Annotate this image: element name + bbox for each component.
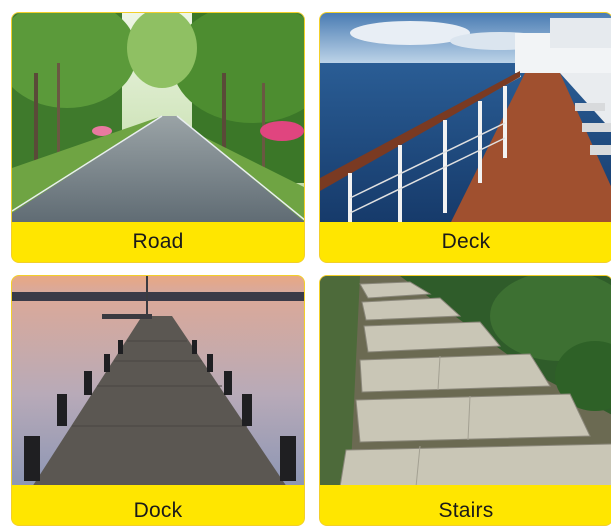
deck-photo xyxy=(320,13,611,224)
tile-road: Road xyxy=(11,12,305,263)
tile-deck: Deck xyxy=(319,12,611,263)
tile-caption: Dock xyxy=(133,499,183,522)
tile-dock: Dock xyxy=(11,275,305,526)
stairs-photo xyxy=(320,276,611,487)
tile-caption: Road xyxy=(132,230,184,253)
road-photo xyxy=(12,13,304,224)
image-grid: Road Deck Dock Stairs xyxy=(0,0,611,526)
dock-photo xyxy=(12,276,304,487)
caption-bar: Stairs xyxy=(320,485,611,525)
caption-bar: Dock xyxy=(12,485,304,525)
caption-bar: Deck xyxy=(320,222,611,262)
tile-caption: Stairs xyxy=(438,499,494,522)
tile-caption: Deck xyxy=(441,230,491,253)
tile-stairs: Stairs xyxy=(319,275,611,526)
caption-bar: Road xyxy=(12,222,304,262)
